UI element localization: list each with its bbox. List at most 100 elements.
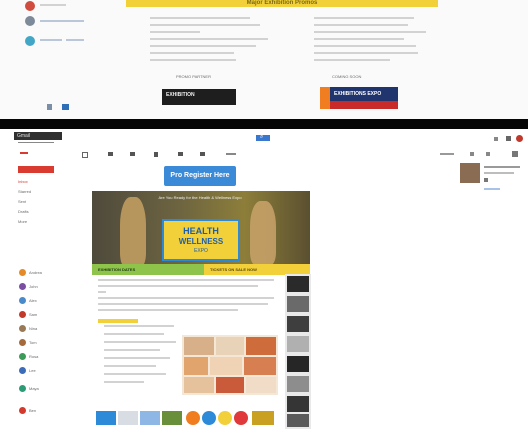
sponsor-logo[interactable]: [234, 411, 248, 425]
contact-name[interactable]: Ben: [29, 408, 59, 413]
archive-icon[interactable]: [108, 152, 113, 156]
avatar[interactable]: [19, 283, 26, 290]
contact-icon[interactable]: [484, 178, 488, 182]
contact-name[interactable]: Tom: [29, 340, 59, 345]
settings-icon[interactable]: [47, 104, 52, 110]
sponsor-logo[interactable]: [186, 411, 200, 425]
search-icon: ⌕: [260, 134, 264, 140]
contact-line: [40, 39, 62, 41]
avatar[interactable]: [19, 269, 26, 276]
sponsor-logo[interactable]: [252, 411, 274, 425]
sender-profile: [460, 163, 524, 203]
contact-name[interactable]: John: [29, 284, 59, 289]
collage-photo: [246, 377, 276, 393]
runner-left-image: [120, 197, 146, 267]
prev-icon[interactable]: [470, 152, 474, 156]
strip-photo: [287, 296, 309, 312]
spam-icon[interactable]: [130, 152, 135, 156]
menu-item[interactable]: Starred: [18, 189, 31, 194]
menu-item[interactable]: Inbox: [18, 179, 28, 184]
notifications-icon[interactable]: [506, 136, 511, 141]
show-details-link[interactable]: [484, 188, 500, 190]
folder-icon[interactable]: [178, 152, 183, 156]
left-logo-text: EXHIBITION: [166, 92, 195, 98]
avatar[interactable]: [19, 353, 26, 360]
search-button[interactable]: ⌕: [256, 134, 270, 141]
banner-title: Major Exhibition Promos: [246, 0, 318, 6]
avatar[interactable]: [19, 385, 26, 392]
contact-name[interactable]: Sam: [29, 312, 59, 317]
highlight-bar: [98, 319, 138, 323]
avatar[interactable]: [19, 367, 26, 374]
hero-title-small: Are You Ready for the Health & Wellness …: [158, 195, 242, 200]
photo-collage[interactable]: [182, 335, 278, 395]
brand-logo[interactable]: Gmail: [14, 132, 62, 140]
toolbar: [0, 149, 528, 159]
strip-photo: [287, 376, 309, 392]
sponsor-logo[interactable]: [202, 411, 216, 425]
left-sidebar: Inbox Starred Sent Drafts More Andrea Jo…: [0, 161, 70, 429]
left-promo-logo[interactable]: EXHIBITION: [162, 89, 236, 105]
menu-item[interactable]: Sent: [18, 199, 26, 204]
right-logo-text: EXHIBITIONS EXPO: [334, 91, 382, 97]
contact-line: [66, 39, 84, 41]
avatar[interactable]: [19, 297, 26, 304]
menu-item[interactable]: More: [18, 219, 27, 224]
sender-name: [484, 166, 520, 168]
sender-photo[interactable]: [460, 163, 480, 183]
strip-photo: [287, 276, 309, 292]
red-avatar-icon[interactable]: [25, 1, 35, 11]
right-photo-strip: [285, 274, 311, 429]
right-promo-caption: COMING SOON: [332, 74, 362, 79]
promo-banner[interactable]: Major Exhibition Promos: [126, 0, 438, 7]
contact-name[interactable]: Nina: [29, 326, 59, 331]
avatar[interactable]: [19, 407, 26, 414]
contact-line: [40, 20, 84, 22]
collage-photo: [210, 357, 242, 375]
contact-name[interactable]: Maya: [29, 386, 59, 391]
collage-photo: [244, 357, 276, 375]
settings-icon[interactable]: [512, 151, 518, 157]
contacts-list: Andrea John Alex Sam Nina Tom Rosa Lee M…: [14, 269, 70, 429]
contact-name[interactable]: Lee: [29, 368, 59, 373]
brand-subline: [18, 142, 54, 143]
delete-icon[interactable]: [154, 152, 158, 157]
account-icon[interactable]: [516, 135, 523, 142]
avatar[interactable]: [19, 339, 26, 346]
sponsor-logo[interactable]: [218, 411, 232, 425]
strip-photo: [287, 336, 309, 352]
sponsor-logo[interactable]: [140, 411, 160, 425]
brand-text: Gmail: [17, 133, 31, 139]
avatar[interactable]: [19, 311, 26, 318]
collage-photo: [184, 357, 208, 375]
avatar[interactable]: [19, 325, 26, 332]
label-icon[interactable]: [200, 152, 205, 156]
avatar[interactable]: [25, 16, 35, 26]
promo-text-right: [306, 15, 436, 65]
next-icon[interactable]: [486, 152, 490, 156]
strip-photo: [287, 396, 309, 412]
register-cta-button[interactable]: Pro Register Here: [164, 166, 236, 186]
contact-name[interactable]: Andrea: [29, 270, 59, 275]
menu-item[interactable]: Drafts: [18, 209, 29, 214]
hero-logo-line1: HEALTH: [183, 226, 219, 236]
contact-name[interactable]: Rosa: [29, 354, 59, 359]
contact-name[interactable]: Alex: [29, 298, 59, 303]
contact-line: [40, 4, 66, 6]
sponsor-logo[interactable]: [96, 411, 116, 425]
apps-icon[interactable]: [494, 137, 498, 141]
hero-banner[interactable]: Are You Ready for the Health & Wellness …: [92, 191, 310, 275]
select-checkbox-icon[interactable]: [82, 152, 88, 158]
hero-logo: HEALTH WELLNESS EXPO: [162, 219, 240, 261]
compose-button[interactable]: [18, 166, 54, 173]
right-promo-logo[interactable]: EXHIBITIONS EXPO: [320, 87, 398, 109]
avatar[interactable]: [25, 36, 35, 46]
runner-right-image: [250, 201, 276, 265]
people-icon[interactable]: [62, 104, 69, 110]
sponsor-strip: [96, 407, 278, 427]
more-menu[interactable]: [226, 153, 236, 155]
sponsor-logo[interactable]: [118, 411, 138, 425]
mail-label-icon[interactable]: [20, 152, 28, 154]
promo-text-left: [142, 15, 272, 65]
sponsor-logo[interactable]: [162, 411, 182, 425]
